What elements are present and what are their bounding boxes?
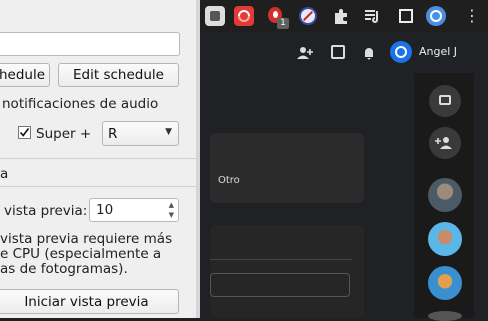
extension-badge: 1 [277, 18, 289, 29]
red-puzzle-icon[interactable] [234, 6, 254, 26]
divider [0, 158, 200, 159]
warning-line-1: vista previa requiere más [0, 231, 173, 247]
chevron-down-icon: ▼ [165, 127, 172, 137]
section-heading: a [0, 166, 9, 182]
schedule-button-label: chedule [0, 67, 45, 83]
no-sign-icon[interactable] [298, 6, 318, 26]
browser-toolbar: 1 ⋮ [200, 0, 488, 32]
text-input[interactable] [0, 32, 180, 56]
participant-avatar[interactable] [428, 222, 462, 256]
profile-icon[interactable] [426, 6, 446, 26]
shortcut-key-select[interactable]: R ▼ [102, 121, 179, 146]
shortcut-modifier-label: Super + [36, 126, 92, 142]
screen-icon [439, 95, 451, 105]
checkmark-icon [19, 128, 30, 137]
shortcut-key-value: R [108, 125, 118, 142]
window-icon[interactable] [396, 6, 416, 26]
spin-down-icon[interactable]: ▼ [169, 210, 174, 220]
add-people-button[interactable] [429, 127, 461, 159]
divider [0, 186, 196, 187]
add-people-icon [435, 137, 452, 149]
more-vert-icon[interactable]: ⋮ [462, 6, 482, 26]
add-screen-button[interactable] [429, 85, 461, 117]
start-preview-label: Iniciar vista previa [24, 293, 149, 310]
participant-avatar[interactable] [428, 311, 462, 321]
preview-frames-label: vista previa: [4, 203, 88, 219]
text-input[interactable] [210, 273, 350, 297]
shortcut-checkbox[interactable] [18, 126, 31, 139]
user-name: Angel J [419, 45, 458, 58]
add-person-icon[interactable] [296, 45, 314, 59]
edit-schedule-button[interactable]: Edit schedule [58, 63, 179, 87]
edit-schedule-label: Edit schedule [73, 67, 164, 83]
participant-avatar[interactable] [428, 178, 462, 212]
schedule-button[interactable]: chedule [0, 63, 50, 87]
red-square-icon[interactable] [205, 6, 225, 26]
start-preview-button[interactable]: Iniciar vista previa [0, 289, 179, 314]
shield-icon[interactable]: 1 [266, 6, 289, 29]
spin-up-icon[interactable]: ▲ [169, 200, 174, 210]
preview-frames-value: 10 [96, 202, 114, 218]
divider [210, 259, 352, 260]
audio-notifications-label: notificaciones de audio [2, 96, 159, 112]
user-avatar[interactable] [390, 41, 412, 63]
participant-avatar[interactable] [428, 266, 462, 300]
warning-line-2: e CPU (especialmente a [0, 246, 162, 262]
card-label: Otro [218, 175, 240, 186]
content-card[interactable]: Otro [210, 133, 364, 203]
bell-icon[interactable] [362, 45, 376, 60]
preview-frames-spinbox[interactable]: 10 ▲ ▼ [89, 198, 179, 222]
playlist-icon[interactable] [362, 6, 382, 26]
settings-panel: chedule Edit schedule notificaciones de … [0, 0, 200, 318]
puzzle-icon[interactable] [331, 6, 351, 26]
right-rail [414, 73, 474, 321]
chat-icon[interactable] [331, 45, 345, 59]
warning-line-3: as de fotogramas). [0, 261, 128, 277]
content-card-lower [210, 225, 364, 318]
